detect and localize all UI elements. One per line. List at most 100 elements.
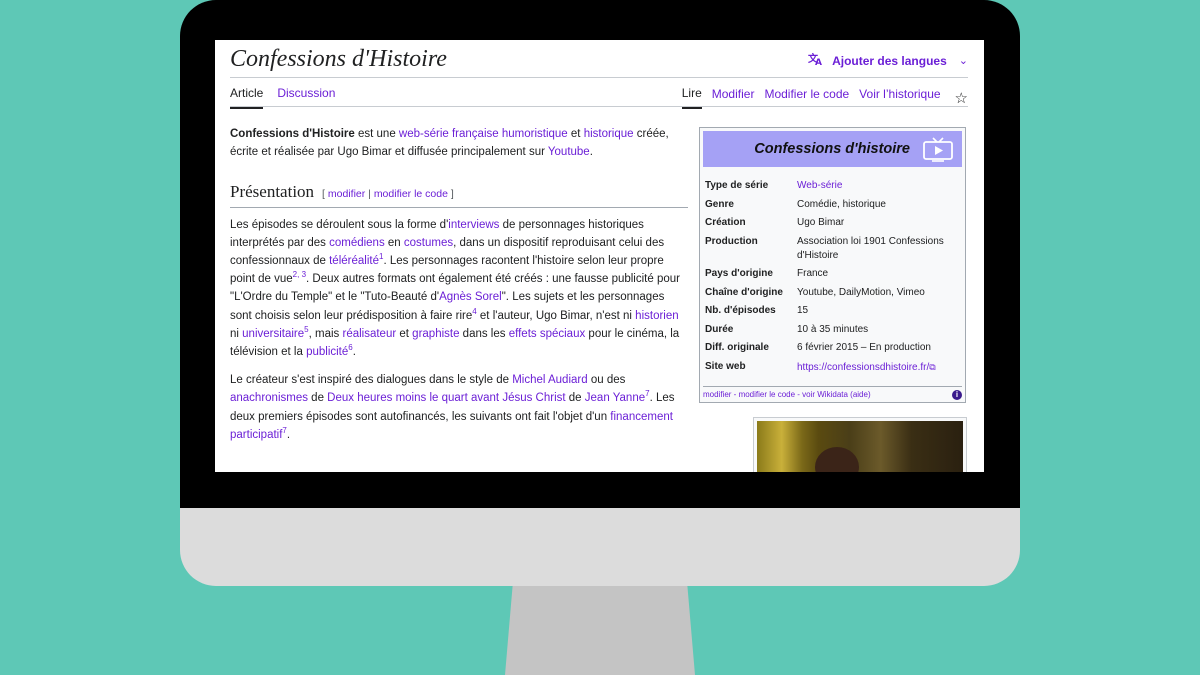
tv-icon — [922, 137, 954, 166]
link-jean-yanne[interactable]: Jean Yanne — [585, 392, 645, 404]
infobox-value: 6 février 2015 – En production — [797, 342, 931, 353]
monitor-chin — [180, 508, 1020, 586]
image-figure — [815, 447, 859, 472]
add-languages-label: Ajouter des langues — [832, 53, 947, 68]
link-deux-heures[interactable]: Deux heures moins le quart avant Jésus C… — [327, 392, 565, 404]
intro-subject: Confessions d'Histoire — [230, 128, 355, 140]
section-edit-source-link[interactable]: modifier le code — [374, 188, 448, 200]
infobox-value: Association loi 1901 Confessions d'Histo… — [797, 235, 944, 261]
text: de — [307, 392, 328, 405]
infobox-key: Durée — [705, 323, 734, 335]
text: dans les — [459, 327, 509, 340]
link-effets-speciaux[interactable]: effets spéciaux — [509, 328, 586, 340]
page-title: Confessions d'Histoire — [230, 46, 447, 72]
infobox-value: 15 — [797, 305, 809, 316]
browser-screen: Confessions d'Histoire 文A Ajouter des la… — [215, 40, 984, 472]
link-telerealite[interactable]: téléréalité — [329, 255, 379, 267]
link-web-serie[interactable]: web-série — [399, 128, 449, 140]
chevron-down-icon: ⌄ — [958, 55, 968, 67]
link-francaise[interactable]: française — [452, 128, 499, 140]
link-graphiste[interactable]: graphiste — [412, 328, 459, 340]
infobox-row: Diff. originale 6 février 2015 – En produ… — [700, 341, 965, 355]
link-humoristique[interactable]: humoristique — [502, 128, 568, 140]
infobox-value: 10 à 35 minutes — [797, 323, 869, 335]
link-historique[interactable]: historique — [584, 128, 634, 140]
star-icon[interactable]: ☆ — [955, 89, 968, 107]
link-comediens[interactable]: comédiens — [329, 237, 385, 249]
text: et l'auteur, Ugo Bimar, n'est ni — [476, 309, 636, 322]
infobox-row: Pays d'origine France — [700, 267, 965, 281]
text: est une — [354, 128, 399, 140]
link-youtube[interactable]: Youtube — [548, 146, 590, 158]
intro-paragraph: Confessions d'Histoire est une web-série… — [230, 125, 688, 161]
title-divider — [230, 77, 968, 78]
link-interviews[interactable]: interviews — [448, 219, 499, 231]
link-agnes-sorel[interactable]: Agnès Sorel — [439, 291, 502, 303]
text: et — [396, 327, 413, 340]
infobox-title: Confessions d'histoire — [754, 141, 910, 157]
section-edit-links: [ modifier | modifier le code ] — [322, 188, 454, 200]
infobox-value-link[interactable]: Web-série — [797, 179, 960, 193]
tab-edit-source[interactable]: Modifier le code — [764, 87, 849, 108]
infobox-website[interactable]: https://confessionsdhistoire.fr/⧉ — [797, 360, 960, 375]
section-title: Présentation — [230, 182, 315, 202]
link-historien[interactable]: historien — [635, 310, 678, 322]
infobox-key: Genre — [705, 198, 734, 210]
infobox-footer-links[interactable]: modifier - modifier le code - voir Wikid… — [703, 390, 871, 400]
infobox-value: Ugo Bimar — [797, 217, 845, 228]
text: , mais — [308, 327, 343, 340]
infobox-row: Nb. d'épisodes 15 — [700, 304, 965, 318]
text: de — [565, 392, 585, 405]
monitor-stand — [505, 586, 695, 675]
section-heading: Présentation [ modifier | modifier le cod… — [230, 182, 688, 208]
infobox-key: Création — [705, 217, 746, 228]
link-universitaire[interactable]: universitaire — [242, 328, 304, 340]
infobox-key: Nb. d'épisodes — [705, 305, 776, 316]
link-publicite[interactable]: publicité — [306, 346, 348, 358]
presentation-paragraph: Les épisodes se déroulent sous la forme … — [230, 216, 688, 362]
info-icon[interactable]: i — [952, 390, 962, 400]
external-link-icon: ⧉ — [929, 361, 936, 372]
link-realisateur[interactable]: réalisateur — [342, 328, 396, 340]
text: et — [567, 128, 584, 140]
infobox-row: Type de série Web-série — [700, 179, 965, 193]
infobox-rows: Type de série Web-série Genre Comédie, his… — [700, 179, 965, 375]
text: Le créateur s'est inspiré des dialogues … — [230, 374, 513, 387]
infobox-row: Chaîne d'origine Youtube, DailyMotion, Vi… — [700, 286, 965, 300]
translate-icon: 文A — [808, 52, 824, 69]
link-costumes[interactable]: costumes — [404, 237, 453, 249]
citation-ref[interactable]: 2, 3 — [293, 270, 306, 279]
infobox: Confessions d'histoire Type de série Web-… — [699, 127, 966, 403]
text: Les épisodes se déroulent sous la forme … — [230, 218, 449, 231]
infobox-key: Production — [705, 235, 758, 247]
infobox-key: Site web — [705, 360, 746, 372]
tab-edit[interactable]: Modifier — [712, 87, 755, 108]
infobox-key: Chaîne d'origine — [705, 286, 783, 298]
infobox-header: Confessions d'histoire — [703, 131, 962, 167]
text: . — [286, 428, 291, 441]
creator-paragraph: Le créateur s'est inspiré des dialogues … — [230, 371, 688, 444]
article-image[interactable] — [753, 417, 967, 472]
text: . — [352, 346, 356, 359]
text: en — [384, 236, 404, 249]
infobox-footer: modifier - modifier le code - voir Wikid… — [703, 386, 962, 400]
infobox-row: Site web https://confessionsdhistoire.fr/… — [700, 360, 965, 375]
infobox-key: Diff. originale — [705, 342, 769, 353]
infobox-value: Comédie, historique — [797, 198, 886, 210]
article-body: Confessions d'Histoire est une web-série… — [230, 125, 688, 454]
tab-history[interactable]: Voir l’historique — [859, 87, 940, 108]
link-anachronismes[interactable]: anachronismes — [230, 392, 308, 404]
infobox-key: Pays d'origine — [705, 268, 773, 279]
infobox-row: Durée 10 à 35 minutes — [700, 323, 965, 337]
separator: | — [365, 188, 374, 201]
svg-text:A: A — [815, 58, 822, 66]
infobox-row: Genre Comédie, historique — [700, 198, 965, 212]
infobox-value: Youtube, DailyMotion, Vimeo — [797, 286, 925, 298]
infobox-value: France — [797, 268, 829, 279]
website-link[interactable]: https://confessionsdhistoire.fr/ — [797, 362, 929, 373]
image-content — [757, 421, 963, 472]
section-edit-link[interactable]: modifier — [328, 188, 365, 200]
tabs-divider — [230, 106, 968, 107]
link-michel-audiard[interactable]: Michel Audiard — [512, 374, 587, 386]
add-languages-button[interactable]: 文A Ajouter des langues ⌄ — [808, 52, 968, 69]
